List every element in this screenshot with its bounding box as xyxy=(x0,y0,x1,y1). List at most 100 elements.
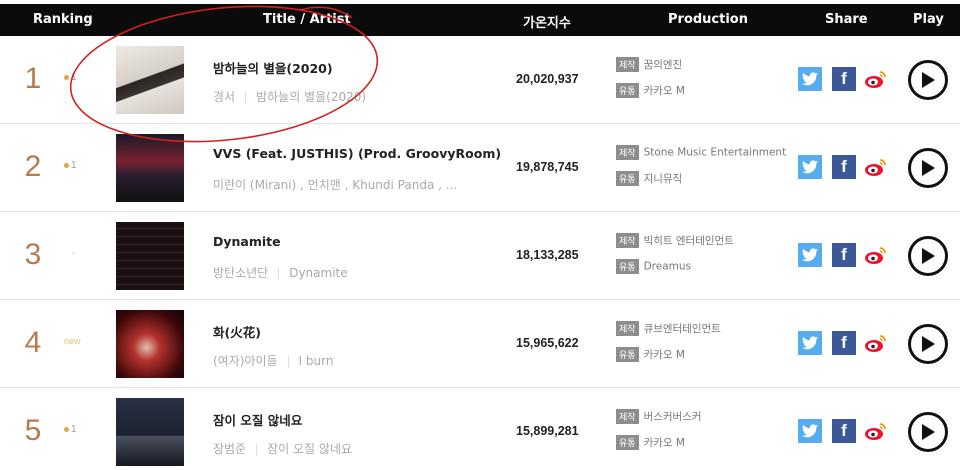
twitter-icon[interactable] xyxy=(798,243,822,267)
producer-name: Stone Music Entertainment xyxy=(643,146,787,159)
artist-name[interactable]: (여자)아이들 xyxy=(213,354,278,368)
album-cover[interactable] xyxy=(116,222,184,290)
gaon-index: 18,133,285 xyxy=(516,248,579,262)
weibo-icon[interactable] xyxy=(864,419,888,443)
play-icon[interactable] xyxy=(908,412,948,452)
header-play: Play xyxy=(913,12,944,27)
distributor-line: 유통 카카오 M xyxy=(616,347,685,362)
header-ranking: Ranking xyxy=(33,12,93,27)
rank-change: 1 xyxy=(64,72,77,83)
facebook-icon[interactable]: f xyxy=(832,155,856,179)
distributor-name: Dreamus xyxy=(643,260,691,273)
producer-line: 제작 큐브엔터테인먼트 xyxy=(616,321,721,336)
producer-line: 제작 꿈의엔진 xyxy=(616,57,682,72)
distributor-line: 유통 Dreamus xyxy=(616,259,691,274)
album-cover[interactable] xyxy=(116,310,184,378)
distributor-line: 유통 카카오 M xyxy=(616,83,685,98)
rank-change: - xyxy=(72,248,75,259)
meta-divider xyxy=(278,268,280,279)
play-icon[interactable] xyxy=(908,236,948,276)
producer-name: 버스커버스커 xyxy=(643,411,702,423)
song-title[interactable]: Dynamite xyxy=(213,234,281,249)
chart-row: 2 1 VVS (Feat. JUSTHIS) (Prod. GroovyRoo… xyxy=(0,124,960,212)
header-title-artist: Title / Artist xyxy=(263,12,351,27)
gaon-index: 20,020,937 xyxy=(516,72,579,86)
album-cover[interactable] xyxy=(116,398,184,466)
album-name[interactable]: 잠이 오질 않네요 xyxy=(267,442,352,456)
song-meta: 미란이 (Mirani) , 먼치맨 , Khundi Panda , ... xyxy=(213,176,457,193)
rank-number: 2 xyxy=(24,150,42,183)
gaon-index: 15,965,622 xyxy=(516,336,579,350)
gaon-index: 19,878,745 xyxy=(516,160,579,174)
song-meta: 장범준 잠이 오질 않네요 xyxy=(213,440,352,457)
distributor-tag: 유통 xyxy=(616,347,639,362)
producer-tag: 제작 xyxy=(616,145,639,160)
song-title[interactable]: 잠이 오질 않네요 xyxy=(213,410,302,429)
weibo-icon[interactable] xyxy=(864,243,888,267)
weibo-icon[interactable] xyxy=(864,67,888,91)
header-share: Share xyxy=(825,12,868,27)
song-meta: (여자)아이들 I burn xyxy=(213,352,333,369)
weibo-icon[interactable] xyxy=(864,331,888,355)
artist-name[interactable]: 방탄소년단 xyxy=(213,266,268,280)
rank-number: 1 xyxy=(24,62,42,95)
album-cover[interactable] xyxy=(116,134,184,202)
producer-line: 제작 Stone Music Entertainment xyxy=(616,145,786,160)
chart-row: 3 - Dynamite 방탄소년단 Dynamite 18,133,285 제작… xyxy=(0,212,960,300)
rank-change-value: 1 xyxy=(71,72,77,83)
song-title[interactable]: VVS (Feat. JUSTHIS) (Prod. GroovyRoom) xyxy=(213,146,501,161)
artist-name[interactable]: 장범준 xyxy=(213,442,246,456)
twitter-icon[interactable] xyxy=(798,331,822,355)
rank-up-icon xyxy=(64,74,69,80)
album-name[interactable]: I burn xyxy=(299,354,334,368)
distributor-name: 카카오 M xyxy=(643,85,685,97)
facebook-icon[interactable]: f xyxy=(832,331,856,355)
rank-change-value: - xyxy=(72,248,76,259)
song-title[interactable]: 화(火花) xyxy=(213,322,261,341)
meta-divider xyxy=(256,444,258,455)
album-cover[interactable] xyxy=(116,46,184,114)
facebook-icon[interactable]: f xyxy=(832,243,856,267)
play-icon[interactable] xyxy=(908,324,948,364)
distributor-line: 유통 카카오 M xyxy=(616,435,685,450)
rank-number: 5 xyxy=(24,414,42,447)
distributor-tag: 유통 xyxy=(616,83,639,98)
distributor-name: 카카오 M xyxy=(643,349,685,361)
twitter-icon[interactable] xyxy=(798,419,822,443)
producer-line: 제작 버스커버스커 xyxy=(616,409,702,424)
distributor-tag: 유통 xyxy=(616,171,639,186)
rank-change: 1 xyxy=(64,424,77,435)
header-production: Production xyxy=(668,12,748,27)
song-meta: 경서 밤하늘의 별을(2020) xyxy=(213,88,366,105)
producer-tag: 제작 xyxy=(616,321,639,336)
play-icon[interactable] xyxy=(908,60,948,100)
rank-change-value: 1 xyxy=(71,424,77,435)
distributor-name: 카카오 M xyxy=(643,437,685,449)
meta-divider xyxy=(245,92,247,103)
artist-name[interactable]: 경서 xyxy=(213,90,235,104)
album-name[interactable]: Dynamite xyxy=(289,266,347,280)
rank-change: 1 xyxy=(64,160,77,171)
twitter-icon[interactable] xyxy=(798,155,822,179)
rank-change-value: new xyxy=(64,336,81,346)
album-name[interactable]: 밤하늘의 별을(2020) xyxy=(256,90,366,104)
play-icon[interactable] xyxy=(908,148,948,188)
producer-tag: 제작 xyxy=(616,409,639,424)
distributor-tag: 유통 xyxy=(616,435,639,450)
facebook-icon[interactable]: f xyxy=(832,67,856,91)
weibo-icon[interactable] xyxy=(864,155,888,179)
facebook-icon[interactable]: f xyxy=(832,419,856,443)
producer-tag: 제작 xyxy=(616,233,639,248)
distributor-line: 유통 지니뮤직 xyxy=(616,171,682,186)
chart-row: 5 1 잠이 오질 않네요 장범준 잠이 오질 않네요 15,899,281 제작… xyxy=(0,388,960,470)
twitter-icon[interactable] xyxy=(798,67,822,91)
song-title[interactable]: 밤하늘의 별을(2020) xyxy=(213,58,333,77)
artist-name[interactable]: 미란이 (Mirani) , 먼치맨 , Khundi Panda , ... xyxy=(213,178,457,192)
rank-up-icon xyxy=(64,162,69,168)
rank-up-icon xyxy=(64,426,69,432)
rank-number: 3 xyxy=(24,238,42,271)
header-index: 가온지수 xyxy=(523,16,571,31)
chart-row: 1 1 밤하늘의 별을(2020) 경서 밤하늘의 별을(2020) 20,020… xyxy=(0,36,960,124)
rank-change-value: 1 xyxy=(71,160,77,171)
distributor-tag: 유통 xyxy=(616,259,639,274)
